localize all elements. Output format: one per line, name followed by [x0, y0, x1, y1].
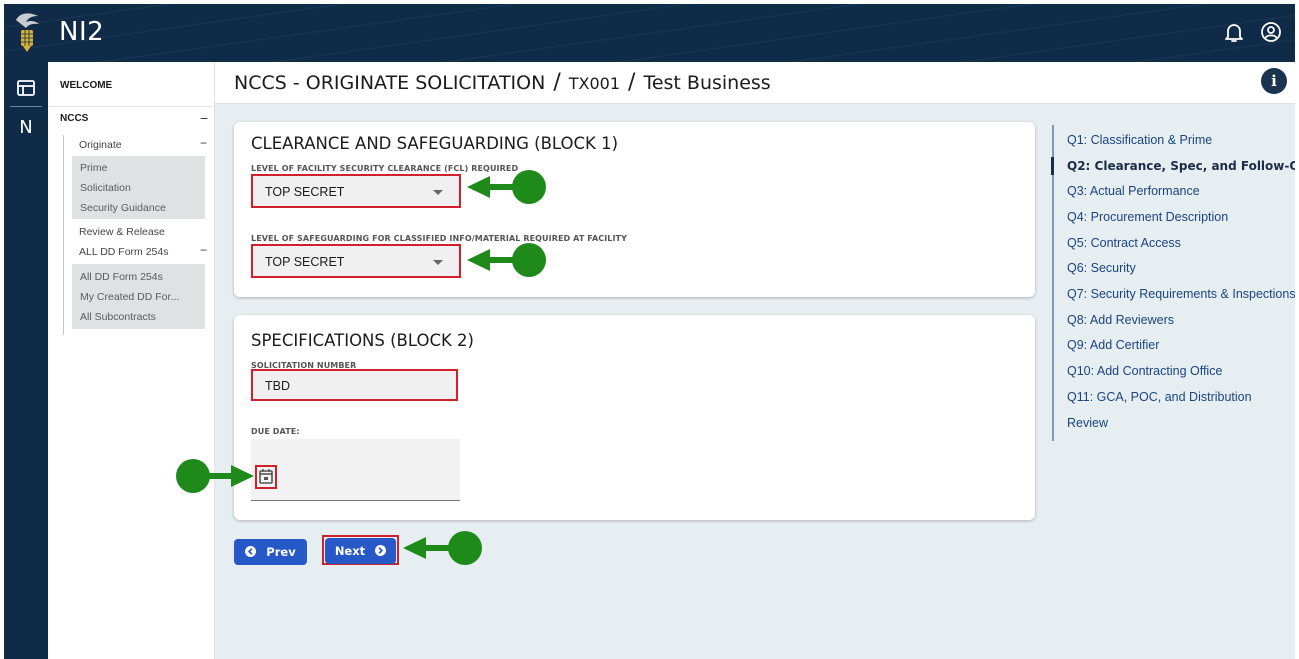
breadcrumb-sep: /: [553, 70, 561, 95]
outline-q9[interactable]: Q9: Add Certifier: [1067, 338, 1159, 352]
block1-title: CLEARANCE AND SAFEGUARDING (BLOCK 1): [251, 134, 619, 153]
app-window: NI2 N WELCOME NCCS − Originate − Prime S…: [4, 4, 1295, 659]
rail-nccs-link[interactable]: N: [4, 117, 48, 138]
outline-q5[interactable]: Q5: Contract Access: [1067, 236, 1181, 250]
active-marker: [1051, 157, 1054, 175]
collapse-originate-icon[interactable]: −: [200, 136, 207, 150]
logo-icon: [16, 13, 39, 52]
solicitation-input[interactable]: TBD: [251, 369, 458, 401]
dashboard-icon[interactable]: [17, 80, 35, 96]
prev-label: Prev: [266, 545, 296, 559]
bell-icon[interactable]: [1224, 22, 1244, 44]
due-date-field[interactable]: [251, 439, 460, 501]
outline-q4[interactable]: Q4: Procurement Description: [1067, 210, 1228, 224]
caret-down-icon: [433, 260, 443, 265]
block2-title: SPECIFICATIONS (BLOCK 2): [251, 331, 474, 350]
page-title-main: NCCS - ORIGINATE SOLICITATION: [234, 72, 546, 94]
safeguard-select-value: TOP SECRET: [265, 255, 345, 269]
nav-item-all-dd-forms[interactable]: All DD Form 254s: [80, 271, 163, 283]
outline-review[interactable]: Review: [1067, 416, 1108, 430]
outline-q11[interactable]: Q11: GCA, POC, and Distribution: [1067, 390, 1252, 404]
safeguard-label: LEVEL OF SAFEGUARDING FOR CLASSIFIED INF…: [251, 234, 628, 243]
collapse-all-forms-icon[interactable]: −: [200, 243, 207, 257]
arrow-left-circle-icon: [245, 546, 257, 557]
caret-down-icon: [433, 190, 443, 195]
breadcrumb-sep: /: [628, 70, 636, 95]
outline-q7[interactable]: Q7: Security Requirements & Inspections: [1067, 287, 1295, 301]
info-icon[interactable]: i: [1261, 68, 1287, 94]
main-content: NCCS - ORIGINATE SOLICITATION / TX001 / Test…: [215, 62, 1295, 659]
fcl-select[interactable]: TOP SECRET: [251, 174, 461, 208]
top-header: NI2: [4, 4, 1295, 62]
nav-review-release[interactable]: Review & Release: [79, 226, 165, 238]
nav-item-prime[interactable]: Prime: [80, 162, 107, 174]
solicitation-input-value: TBD: [265, 379, 290, 393]
nav-welcome[interactable]: WELCOME: [60, 80, 112, 91]
nav-all-forms[interactable]: ALL DD Form 254s: [79, 246, 168, 258]
icon-rail: N: [4, 62, 48, 659]
fcl-label: LEVEL OF FACILITY SECURITY CLEARANCE (FC…: [251, 164, 519, 173]
nav-item-solicitation[interactable]: Solicitation: [80, 182, 131, 194]
due-date-label: DUE DATE:: [251, 427, 300, 436]
block1-card: CLEARANCE AND SAFEGUARDING (BLOCK 1) LEV…: [234, 122, 1035, 297]
nav-tree-line: [63, 135, 64, 335]
nav-item-my-created[interactable]: My Created DD For...: [80, 291, 179, 303]
arrow-right-circle-icon: [375, 545, 387, 556]
user-circle-icon[interactable]: [1260, 21, 1282, 43]
side-nav: WELCOME NCCS − Originate − Prime Solicit…: [48, 62, 215, 659]
outline-q2[interactable]: Q2: Clearance, Spec, and Follow-On: [1067, 159, 1295, 173]
page-business: Test Business: [643, 72, 771, 94]
nav-divider: [48, 106, 214, 107]
nav-item-all-subcontracts[interactable]: All Subcontracts: [80, 311, 156, 323]
fcl-select-value: TOP SECRET: [265, 185, 345, 199]
calendar-button[interactable]: [255, 465, 277, 489]
collapse-nccs-icon[interactable]: −: [200, 110, 208, 126]
outline-q6[interactable]: Q6: Security: [1067, 261, 1136, 275]
nav-section-nccs[interactable]: NCCS: [60, 113, 88, 124]
next-button[interactable]: Next: [325, 538, 396, 564]
safeguard-select[interactable]: TOP SECRET: [251, 244, 461, 278]
outline-q8[interactable]: Q8: Add Reviewers: [1067, 313, 1174, 327]
outline-q3[interactable]: Q3: Actual Performance: [1067, 184, 1200, 198]
outline-q1[interactable]: Q1: Classification & Prime: [1067, 133, 1212, 147]
page-code: TX001: [568, 74, 621, 93]
calendar-icon: [259, 469, 273, 484]
title-bar: NCCS - ORIGINATE SOLICITATION / TX001 / Test…: [215, 62, 1295, 104]
next-label: Next: [334, 544, 366, 558]
rail-divider: [10, 106, 42, 107]
app-title: NI2: [59, 17, 105, 47]
question-outline: Q1: Classification & Prime Q2: Clearance…: [1051, 125, 1295, 441]
nav-item-security-guidance[interactable]: Security Guidance: [80, 202, 166, 214]
prev-button[interactable]: Prev: [234, 539, 307, 565]
nav-originate[interactable]: Originate: [79, 139, 122, 151]
page-title: NCCS - ORIGINATE SOLICITATION / TX001 / Test…: [234, 70, 771, 95]
outline-q10[interactable]: Q10: Add Contracting Office: [1067, 364, 1222, 378]
